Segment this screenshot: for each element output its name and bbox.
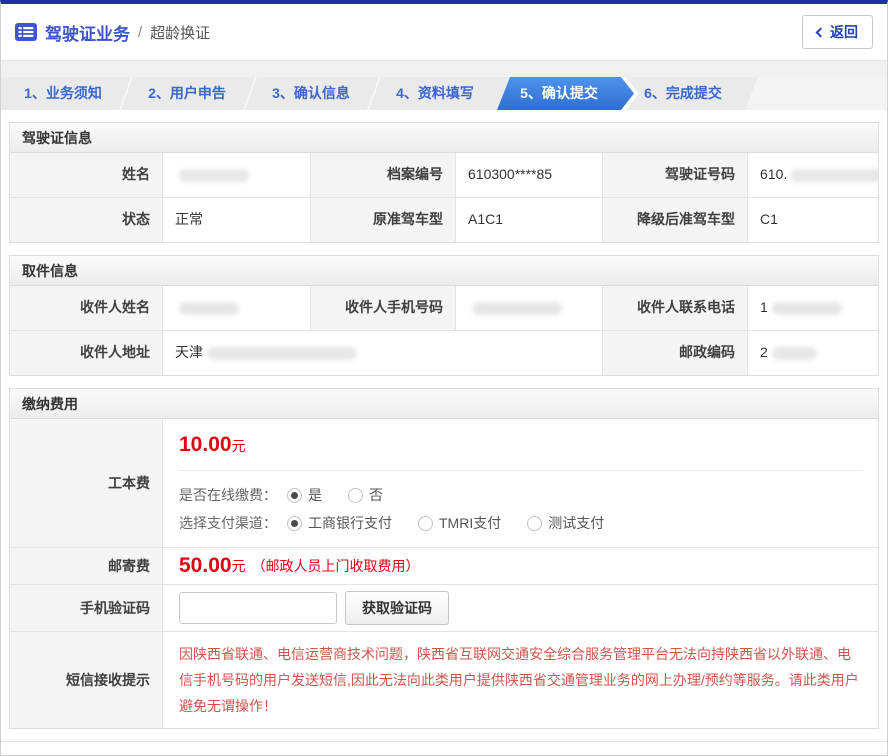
page-header: 驾驶证业务 / 超龄换证 返回 xyxy=(1,4,887,61)
sms-tip-label: 短信接收提示 xyxy=(10,632,162,728)
postcode-label: 邮政编码 xyxy=(602,331,747,375)
online-pay-question: 是否在线缴费： xyxy=(179,485,277,505)
step-2-user-declaration[interactable]: 2、用户申告 xyxy=(125,77,249,110)
page: 驾驶证业务 / 超龄换证 返回 1、业务须知 2、用户申告 3、确认信息 4、资… xyxy=(0,0,888,756)
postage-amount: 50.00 xyxy=(179,554,232,578)
file-no-label: 档案编号 xyxy=(310,153,455,197)
fee-label: 工本费 xyxy=(10,419,162,547)
step-track: 1、业务须知 2、用户申告 3、确认信息 4、资料填写 5、确认提交 6、完成提… xyxy=(1,77,758,110)
fee-content: 10.00元 是否在线缴费： 是 否 xyxy=(162,419,878,547)
pay-channel-question-row: 选择支付渠道： 工商银行支付 TMRI支付 测试支付 xyxy=(179,509,862,537)
pay-channel-option-tmri[interactable]: TMRI支付 xyxy=(418,513,501,533)
captcha-label: 手机验证码 xyxy=(10,585,162,631)
license-info-row-2: 状态 正常 原准驾车型 A1C1 降级后准驾车型 C1 xyxy=(10,197,878,242)
fee-unit: 元 xyxy=(232,438,246,454)
fee-price-line: 10.00元 xyxy=(179,433,862,457)
license-no-label: 驾驶证号码 xyxy=(602,153,747,197)
recipient-mobile-value xyxy=(455,286,602,330)
postage-content: 50.00元 （邮政人员上门收取费用） xyxy=(162,548,878,584)
pickup-info-row-1: 收件人姓名 收件人手机号码 收件人联系电话 1 xyxy=(10,286,878,330)
redacted-address xyxy=(207,347,357,360)
pickup-info-section: 取件信息 收件人姓名 收件人手机号码 收件人联系电话 1 收件人地址 天津 邮政… xyxy=(9,255,879,376)
payment-title: 缴纳费用 xyxy=(10,389,878,419)
postage-note: （邮政人员上门收取费用） xyxy=(252,556,420,576)
step-4-fill-data[interactable]: 4、资料填写 xyxy=(373,77,497,110)
page-subtitle: 超龄换证 xyxy=(150,22,210,43)
captcha-content: 获取验证码 xyxy=(162,585,878,631)
breadcrumb: 驾驶证业务 / 超龄换证 xyxy=(15,20,210,45)
license-info-row-1: 姓名 档案编号 610300****85 驾驶证号码 610. xyxy=(10,153,878,197)
recipient-name-value xyxy=(162,286,310,330)
down-class-value: C1 xyxy=(747,198,878,242)
step-1-business-notice[interactable]: 1、业务须知 xyxy=(1,77,125,110)
recipient-phone-value: 1 xyxy=(747,286,878,330)
sms-tip-row: 短信接收提示 因陕西省联通、电信运营商技术问题，陕西省互联网交通安全综合服务管理… xyxy=(10,631,878,728)
pay-channel-question: 选择支付渠道： xyxy=(179,513,277,533)
redacted-recipient-name xyxy=(179,302,239,315)
status-value: 正常 xyxy=(162,198,310,242)
name-value xyxy=(162,153,310,197)
back-button-label: 返回 xyxy=(830,22,858,42)
header-band xyxy=(1,61,887,77)
step-3-confirm-info[interactable]: 3、确认信息 xyxy=(249,77,373,110)
status-label: 状态 xyxy=(10,198,162,242)
online-pay-option-yes[interactable]: 是 xyxy=(287,485,322,505)
recipient-phone-label: 收件人联系电话 xyxy=(602,286,747,330)
recipient-mobile-label: 收件人手机号码 xyxy=(310,286,455,330)
address-value: 天津 xyxy=(162,331,602,375)
breadcrumb-separator: / xyxy=(138,24,142,41)
postcode-value: 2 xyxy=(747,331,878,375)
license-no-value: 610. xyxy=(747,153,878,197)
fee-amount: 10.00 xyxy=(179,433,232,456)
redacted-license-no xyxy=(791,169,878,182)
recipient-name-label: 收件人姓名 xyxy=(10,286,162,330)
redacted-recipient-phone xyxy=(772,302,842,315)
radio-unchecked-icon[interactable] xyxy=(527,516,542,531)
radio-checked-icon[interactable] xyxy=(287,488,302,503)
pay-channel-option-test[interactable]: 测试支付 xyxy=(527,513,604,533)
get-code-button[interactable]: 获取验证码 xyxy=(345,591,449,625)
postage-unit: 元 xyxy=(232,556,246,576)
step-wizard: 1、业务须知 2、用户申告 3、确认信息 4、资料填写 5、确认提交 6、完成提… xyxy=(1,77,887,110)
postage-label: 邮寄费 xyxy=(10,548,162,584)
pickup-info-row-2: 收件人地址 天津 邮政编码 2 xyxy=(10,330,878,375)
main-content: 驾驶证信息 姓名 档案编号 610300****85 驾驶证号码 610. 状态… xyxy=(1,110,887,729)
radio-unchecked-icon[interactable] xyxy=(348,488,363,503)
list-icon xyxy=(15,23,37,41)
step-5-confirm-submit-active[interactable]: 5、确认提交 xyxy=(497,77,621,110)
radio-checked-icon[interactable] xyxy=(287,516,302,531)
step-6-complete-submit[interactable]: 6、完成提交 xyxy=(621,77,745,110)
name-label: 姓名 xyxy=(10,153,162,197)
online-pay-option-no[interactable]: 否 xyxy=(348,485,383,505)
online-pay-question-row: 是否在线缴费： 是 否 xyxy=(179,481,862,509)
postage-row: 邮寄费 50.00元 （邮政人员上门收取费用） xyxy=(10,547,878,584)
redacted-name xyxy=(179,169,249,182)
license-info-title: 驾驶证信息 xyxy=(10,123,878,153)
orig-class-value: A1C1 xyxy=(455,198,602,242)
fee-row: 工本费 10.00元 是否在线缴费： 是 xyxy=(10,419,878,547)
back-button[interactable]: 返回 xyxy=(802,15,873,49)
captcha-row: 手机验证码 获取验证码 xyxy=(10,584,878,631)
chevron-left-icon xyxy=(816,27,826,37)
pickup-info-title: 取件信息 xyxy=(10,256,878,286)
captcha-input[interactable] xyxy=(179,592,337,624)
redacted-recipient-mobile xyxy=(472,302,562,315)
orig-class-label: 原准驾车型 xyxy=(310,198,455,242)
payment-section: 缴纳费用 工本费 10.00元 是否在线缴费： 是 xyxy=(9,388,879,729)
radio-unchecked-icon[interactable] xyxy=(418,516,433,531)
fee-divider xyxy=(179,470,862,471)
license-info-section: 驾驶证信息 姓名 档案编号 610300****85 驾驶证号码 610. 状态… xyxy=(9,122,879,243)
redacted-postcode xyxy=(772,347,817,360)
down-class-label: 降级后准驾车型 xyxy=(602,198,747,242)
address-label: 收件人地址 xyxy=(10,331,162,375)
file-no-value: 610300****85 xyxy=(455,153,602,197)
sms-tip-text: 因陕西省联通、电信运营商技术问题，陕西省互联网交通安全综合服务管理平台无法向持陕… xyxy=(163,632,878,728)
footer-actions: 上一步 完成 xyxy=(1,741,887,756)
sms-tip-content: 因陕西省联通、电信运营商技术问题，陕西省互联网交通安全综合服务管理平台无法向持陕… xyxy=(162,632,878,728)
page-title: 驾驶证业务 xyxy=(45,20,130,45)
pay-channel-option-icbc[interactable]: 工商银行支付 xyxy=(287,513,392,533)
